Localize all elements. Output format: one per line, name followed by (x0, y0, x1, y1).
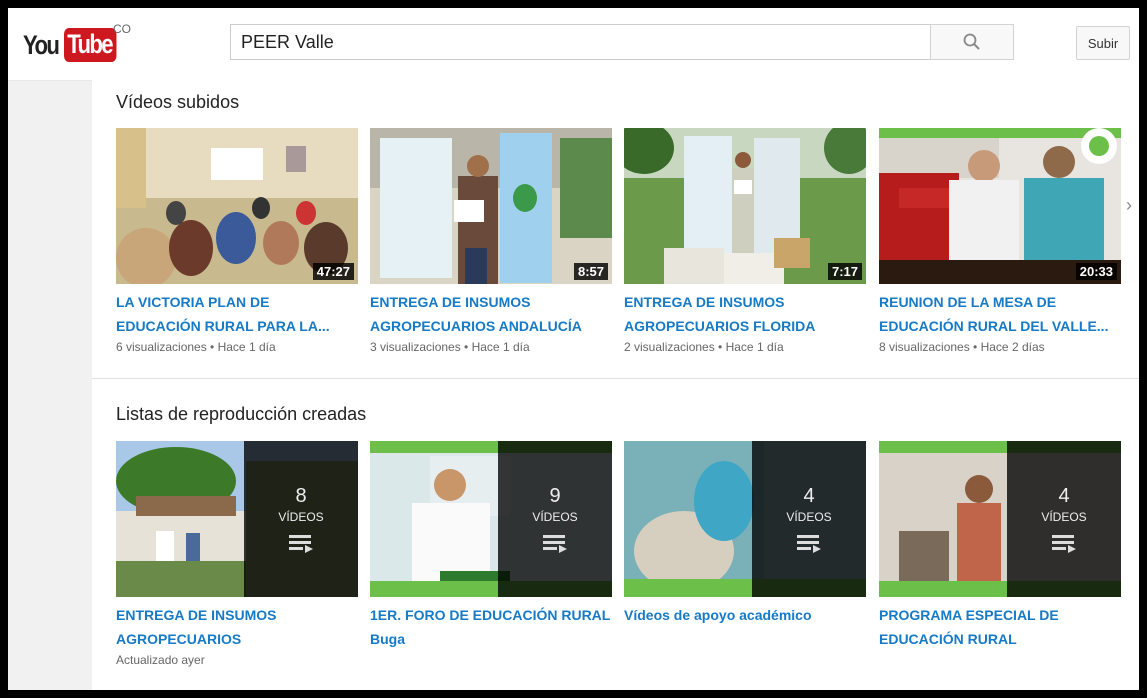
video-meta: 6 visualizaciones • Hace 1 día (116, 340, 276, 354)
playlist-count-overlay: 9 VÍDEOS (498, 441, 612, 597)
video-card[interactable]: 8:57 ENTREGA DE INSUMOS AGROPECUARIOS AN… (370, 128, 612, 356)
video-duration: 47:27 (312, 263, 354, 280)
playlist-title[interactable]: 1ER. FORO DE EDUCACIÓN RURAL Buga (370, 603, 612, 651)
search-input[interactable] (230, 24, 930, 60)
playlist-title[interactable]: Vídeos de apoyo académico (624, 603, 866, 627)
video-meta: 8 visualizaciones • Hace 2 días (879, 340, 1045, 354)
playlist-title[interactable]: PROGRAMA ESPECIAL DE EDUCACIÓN RURAL (879, 603, 1121, 651)
uploads-shelf-title[interactable]: Vídeos subidos (116, 92, 239, 113)
search-icon (963, 33, 980, 50)
video-card[interactable]: 47:27 LA VICTORIA PLAN DE EDUCACIÓN RURA… (116, 128, 358, 356)
playlist-video-count: 8 (295, 485, 307, 507)
video-thumbnail[interactable]: 20:33 (879, 128, 1121, 284)
shelf-divider (92, 378, 1139, 379)
playlist-icon (797, 535, 821, 553)
video-thumbnail[interactable]: 7:17 (624, 128, 866, 284)
video-card[interactable]: 20:33 REUNION DE LA MESA DE EDUCACIÓN RU… (879, 128, 1121, 356)
logo-text-you: You (23, 29, 60, 60)
youtube-page: You Tube CO Subir Vídeos subidos (8, 8, 1139, 690)
channel-content: Vídeos subidos 47:27 LA VICTORIA PLAN DE… (92, 80, 1139, 690)
playlist-thumbnail[interactable]: 4 VÍDEOS (879, 441, 1121, 597)
video-meta: 3 visualizaciones • Hace 1 día (370, 340, 530, 354)
video-age: Hace 1 día (725, 340, 784, 354)
playlist-title[interactable]: ENTREGA DE INSUMOS AGROPECUARIOS (116, 603, 358, 651)
video-duration: 7:17 (827, 263, 862, 280)
playlist-count-overlay: 4 VÍDEOS (752, 441, 866, 597)
video-card[interactable]: 7:17 ENTREGA DE INSUMOS AGROPECUARIOS FL… (624, 128, 866, 356)
video-views: 3 visualizaciones (370, 340, 461, 354)
video-views: 2 visualizaciones (624, 340, 715, 354)
video-duration: 8:57 (573, 263, 608, 280)
playlist-icon (289, 535, 313, 553)
playlist-icon (543, 535, 567, 553)
playlist-card[interactable]: 8 VÍDEOS ENTREGA DE INSUMOS AGROPECUARIO… (116, 441, 358, 669)
video-duration: 20:33 (1075, 263, 1117, 280)
video-title[interactable]: REUNION DE LA MESA DE EDUCACIÓN RURAL DE… (879, 290, 1121, 338)
masthead: You Tube CO Subir (8, 8, 1139, 81)
classroom-image (116, 128, 358, 284)
video-title[interactable]: ENTREGA DE INSUMOS AGROPECUARIOS ANDALUC… (370, 290, 612, 338)
playlist-thumbnail[interactable]: 4 VÍDEOS (624, 441, 866, 597)
playlist-video-count: 4 (1058, 485, 1070, 507)
youtube-logo[interactable]: You Tube (23, 28, 128, 62)
video-views: 8 visualizaciones (879, 340, 970, 354)
video-views: 6 visualizaciones (116, 340, 207, 354)
outdoor-delivery-image (624, 128, 866, 284)
playlist-video-label: VÍDEOS (532, 510, 578, 524)
playlist-card[interactable]: 9 VÍDEOS 1ER. FORO DE EDUCACIÓN RURAL Bu… (370, 441, 612, 651)
video-age: Hace 1 día (471, 340, 530, 354)
playlist-video-label: VÍDEOS (1041, 510, 1087, 524)
video-title[interactable]: LA VICTORIA PLAN DE EDUCACIÓN RURAL PARA… (116, 290, 358, 338)
video-thumbnail[interactable]: 8:57 (370, 128, 612, 284)
playlist-updated: Actualizado ayer (116, 653, 205, 667)
chevron-right-icon[interactable]: › (1126, 195, 1132, 216)
playlist-count-overlay: 8 VÍDEOS (244, 441, 358, 597)
playlist-video-count: 9 (549, 485, 561, 507)
video-thumbnail[interactable]: 47:27 (116, 128, 358, 284)
video-meta: 2 visualizaciones • Hace 1 día (624, 340, 784, 354)
screenshot-frame: You Tube CO Subir Vídeos subidos (0, 0, 1147, 698)
playlist-card[interactable]: 4 VÍDEOS Vídeos de apoyo académico (624, 441, 866, 627)
playlist-card[interactable]: 4 VÍDEOS PROGRAMA ESPECIAL DE EDUCACIÓN … (879, 441, 1121, 651)
logo-text-tube: Tube (64, 28, 117, 62)
playlists-shelf-title[interactable]: Listas de reproducción creadas (116, 404, 366, 425)
banner-presenter-image (370, 128, 612, 284)
playlist-video-label: VÍDEOS (278, 510, 324, 524)
video-age: Hace 2 días (980, 340, 1045, 354)
video-title[interactable]: ENTREGA DE INSUMOS AGROPECUARIOS FLORIDA (624, 290, 866, 338)
search-button[interactable] (930, 24, 1014, 60)
playlist-video-label: VÍDEOS (786, 510, 832, 524)
video-age: Hace 1 día (217, 340, 276, 354)
playlist-thumbnail[interactable]: 8 VÍDEOS (116, 441, 358, 597)
region-code: CO (113, 22, 131, 36)
meeting-table-image (879, 128, 1121, 284)
playlist-count-overlay: 4 VÍDEOS (1007, 441, 1121, 597)
playlist-icon (1052, 535, 1076, 553)
playlist-thumbnail[interactable]: 9 VÍDEOS (370, 441, 612, 597)
playlist-video-count: 4 (803, 485, 815, 507)
upload-button[interactable]: Subir (1076, 26, 1130, 60)
